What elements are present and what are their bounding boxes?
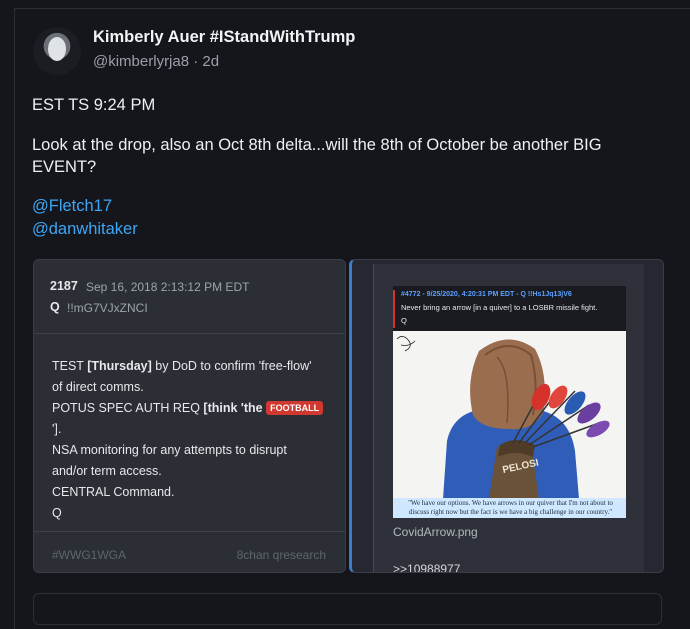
qdrop-text: POTUS SPEC AUTH REQ (52, 401, 204, 415)
cartoon-caption: "We have our options. We have arrows in … (393, 498, 626, 518)
qdrop-text: of direct comms. (52, 380, 144, 394)
qdrop-text: Q (52, 506, 62, 520)
qdrop-text: and/or term access. (52, 464, 162, 478)
post-line-body-cont: EVENT? (32, 158, 97, 176)
qdrop-body: TEST [Thursday] by DoD to confirm 'free-… (52, 356, 332, 524)
avatar-face (48, 37, 66, 61)
qdrop-footer: #WWG1WGA 8chan qresearch (34, 531, 345, 572)
qdrop-hashtag: #WWG1WGA (52, 548, 126, 562)
image-card[interactable]: #4772 - 9/25/2020, 4:20:31 PM EDT - Q !!… (349, 259, 664, 573)
qdrop-text: ']. (52, 422, 62, 436)
qdrop-text: NSA monitoring for any attempts to disru… (52, 443, 287, 457)
qdrop-text-bold: [think 'the (203, 401, 267, 415)
qdrop-text: CENTRAL Command. (52, 485, 175, 499)
qdrop-date: Sep 16, 2018 2:13:12 PM EDT (86, 280, 250, 294)
author-name[interactable]: Kimberly Auer #IStandWithTrump (93, 28, 355, 47)
post-line-timestamp: EST TS 9:24 PM (32, 96, 156, 114)
qdrop-text: by DoD to confirm 'free-flow' (151, 359, 312, 373)
qdrop-text: TEST (52, 359, 88, 373)
post-line-body: Look at the drop, also an Oct 8th delta.… (32, 136, 602, 154)
handle-text[interactable]: @kimberlyrja8 (93, 53, 189, 70)
qdrop-card[interactable]: 2187 Sep 16, 2018 2:13:12 PM EDT Q !!mG7… (33, 259, 346, 573)
caption-text: "We have our options. We have arrows in … (408, 499, 613, 516)
embedded-post-header: #4772 - 9/25/2020, 4:20:31 PM EDT - Q !!… (401, 291, 572, 298)
cartoon-image[interactable]: PELOSI (393, 331, 626, 499)
football-badge: FOOTBALL (266, 401, 324, 415)
embedded-post-sig: Q (401, 316, 407, 325)
qdrop-number: 2187 (50, 279, 78, 293)
qdrop-author: Q (50, 300, 60, 314)
qdrop-tripcode: !!mG7VJxZNCI (67, 301, 148, 315)
mention-fletch17[interactable]: @Fletch17 (32, 197, 112, 216)
mention-danwhitaker[interactable]: @danwhitaker (32, 220, 138, 239)
cartoon-illustration: PELOSI (393, 331, 626, 499)
avatar[interactable] (33, 27, 81, 75)
image-filename[interactable]: CovidArrow.png (393, 525, 478, 539)
embedded-q-post: #4772 - 9/25/2020, 4:20:31 PM EDT - Q !!… (393, 286, 626, 332)
qdrop-text-bold: [Thursday] (87, 359, 152, 373)
qdrop-header: 2187 Sep 16, 2018 2:13:12 PM EDT Q !!mG7… (34, 260, 345, 334)
reply-reference[interactable]: >>10988977 (393, 562, 460, 572)
post-time[interactable]: · 2d (193, 53, 219, 70)
qdrop-source: 8chan qresearch (236, 548, 326, 562)
image-card-inner: #4772 - 9/25/2020, 4:20:31 PM EDT - Q !!… (373, 264, 644, 572)
next-card-edge (33, 593, 662, 625)
post-accent-bar (393, 290, 395, 328)
embedded-post-text: Never bring an arrow [in a quiver] to a … (401, 303, 598, 312)
author-handle[interactable]: @kimberlyrja8 · 2d (93, 53, 219, 70)
